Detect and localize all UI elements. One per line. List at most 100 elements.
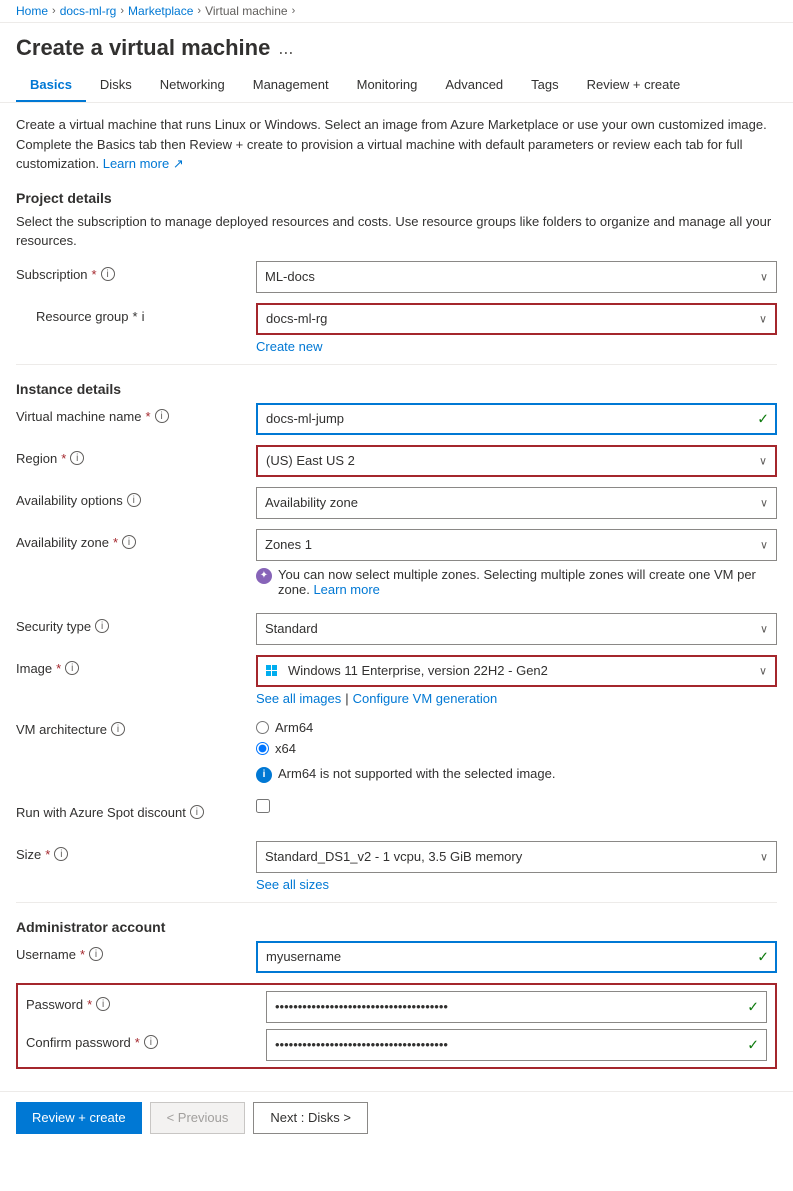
next-button[interactable]: Next : Disks >: [253, 1102, 368, 1134]
radio-x64: x64: [256, 741, 777, 756]
resource-group-select[interactable]: docs-ml-rg ∨: [256, 303, 777, 335]
tab-advanced[interactable]: Advanced: [431, 69, 517, 102]
security-type-info-icon[interactable]: i: [95, 619, 109, 633]
breadcrumb-home[interactable]: Home: [16, 4, 48, 18]
password-input[interactable]: [266, 991, 767, 1023]
image-required: *: [56, 661, 61, 676]
breadcrumb-current: Virtual machine: [205, 4, 288, 18]
see-all-sizes-link[interactable]: See all sizes: [256, 877, 777, 892]
vm-name-input[interactable]: [256, 403, 777, 435]
section-instance-details: Instance details: [16, 381, 777, 399]
tab-management[interactable]: Management: [239, 69, 343, 102]
password-info-icon[interactable]: i: [96, 997, 110, 1011]
radio-arm64-input[interactable]: [256, 721, 269, 734]
breadcrumb-marketplace[interactable]: Marketplace: [128, 4, 193, 18]
size-chevron-icon: ∨: [760, 850, 768, 863]
review-create-button[interactable]: Review + create: [16, 1102, 142, 1134]
subscription-chevron-icon: ∨: [760, 270, 768, 283]
image-info-icon[interactable]: i: [65, 661, 79, 675]
region-info-icon[interactable]: i: [70, 451, 84, 465]
vm-name-input-wrapper: ✓: [256, 403, 777, 435]
availability-options-row: Availability options i Availability zone…: [16, 487, 777, 519]
breadcrumb-rg[interactable]: docs-ml-rg: [60, 4, 117, 18]
vm-name-row: Virtual machine name * i ✓: [16, 403, 777, 435]
windows-icon: [266, 665, 277, 676]
image-row: Image * i Windows 11 Enterprise, version…: [16, 655, 777, 706]
azure-spot-checkbox[interactable]: [256, 799, 270, 813]
vm-arch-info-icon[interactable]: i: [111, 722, 125, 736]
username-input[interactable]: [256, 941, 777, 973]
vm-architecture-label: VM architecture i: [16, 716, 256, 737]
vm-architecture-row: VM architecture i Arm64 x64 i Arm64 is n…: [16, 716, 777, 789]
availability-zone-select[interactable]: Zones 1 ∨: [256, 529, 777, 561]
password-input-wrapper: ✓: [266, 991, 767, 1023]
az-learn-more-link[interactable]: Learn more: [313, 582, 379, 597]
azure-spot-control: [256, 799, 777, 813]
configure-vm-generation-link[interactable]: Configure VM generation: [353, 691, 498, 706]
password-row: Password * i ✓: [26, 991, 767, 1023]
arch-info-blue-icon: i: [256, 767, 272, 783]
see-all-images-link[interactable]: See all images: [256, 691, 341, 706]
tab-monitoring[interactable]: Monitoring: [343, 69, 432, 102]
az-info-icon[interactable]: i: [122, 535, 136, 549]
confirm-password-required: *: [135, 1035, 140, 1050]
region-select[interactable]: (US) East US 2 ∨: [256, 445, 777, 477]
project-details-desc: Select the subscription to manage deploy…: [16, 212, 777, 251]
availability-zone-label: Availability zone * i: [16, 529, 256, 550]
az-purple-icon: ✦: [256, 568, 272, 584]
security-type-select[interactable]: Standard ∨: [256, 613, 777, 645]
previous-button[interactable]: < Previous: [150, 1102, 246, 1134]
confirm-password-row: Confirm password * i ✓: [26, 1029, 767, 1061]
resource-group-control: docs-ml-rg ∨ Create new: [256, 303, 777, 354]
image-chevron-icon: ∨: [759, 664, 767, 677]
vm-name-info-icon[interactable]: i: [155, 409, 169, 423]
az-info-box: ✦ You can now select multiple zones. Sel…: [256, 561, 777, 603]
availability-options-label: Availability options i: [16, 487, 256, 508]
page-options-button[interactable]: ...: [278, 38, 293, 59]
region-required: *: [61, 451, 66, 466]
username-check-icon: ✓: [757, 948, 769, 965]
tab-basics[interactable]: Basics: [16, 69, 86, 102]
subscription-label: Subscription * i: [16, 261, 256, 282]
section-admin-account: Administrator account: [16, 919, 777, 937]
rg-info-icon[interactable]: i: [142, 309, 145, 324]
azure-spot-info-icon[interactable]: i: [190, 805, 204, 819]
security-type-control: Standard ∨: [256, 613, 777, 645]
tab-disks[interactable]: Disks: [86, 69, 146, 102]
rg-required: *: [133, 309, 138, 324]
page-header: Create a virtual machine ...: [0, 23, 793, 69]
security-type-chevron-icon: ∨: [760, 622, 768, 635]
username-label: Username * i: [16, 941, 256, 962]
confirm-password-input[interactable]: [266, 1029, 767, 1061]
availability-options-info-icon[interactable]: i: [127, 493, 141, 507]
tabs-bar: Basics Disks Networking Management Monit…: [0, 69, 793, 103]
subscription-select[interactable]: ML-docs ∨: [256, 261, 777, 293]
page-title: Create a virtual machine: [16, 35, 270, 61]
confirm-password-input-wrapper: ✓: [266, 1029, 767, 1061]
image-select[interactable]: Windows 11 Enterprise, version 22H2 - Ge…: [256, 655, 777, 687]
security-type-row: Security type i Standard ∨: [16, 613, 777, 645]
create-new-rg-link[interactable]: Create new: [256, 339, 777, 354]
learn-more-link[interactable]: Learn more ↗: [103, 156, 184, 171]
tab-networking[interactable]: Networking: [146, 69, 239, 102]
confirm-password-info-icon[interactable]: i: [144, 1035, 158, 1049]
radio-x64-input[interactable]: [256, 742, 269, 755]
subscription-info-icon[interactable]: i: [101, 267, 115, 281]
size-info-icon[interactable]: i: [54, 847, 68, 861]
availability-options-select[interactable]: Availability zone ∨: [256, 487, 777, 519]
region-label: Region * i: [16, 445, 256, 466]
main-content: Create a virtual machine that runs Linux…: [0, 103, 793, 1091]
password-label: Password * i: [26, 991, 266, 1012]
azure-spot-checkbox-wrapper: [256, 799, 777, 813]
size-select[interactable]: Standard_DS1_v2 - 1 vcpu, 3.5 GiB memory…: [256, 841, 777, 873]
security-type-label: Security type i: [16, 613, 256, 634]
tab-tags[interactable]: Tags: [517, 69, 572, 102]
vm-name-control: ✓: [256, 403, 777, 435]
password-section-box: Password * i ✓ Confirm password * i: [16, 983, 777, 1069]
az-chevron-icon: ∨: [760, 538, 768, 551]
username-info-icon[interactable]: i: [89, 947, 103, 961]
az-required: *: [113, 535, 118, 550]
vm-name-check-icon: ✓: [757, 410, 769, 427]
tab-review-create[interactable]: Review + create: [573, 69, 695, 102]
page-description: Create a virtual machine that runs Linux…: [16, 115, 777, 174]
